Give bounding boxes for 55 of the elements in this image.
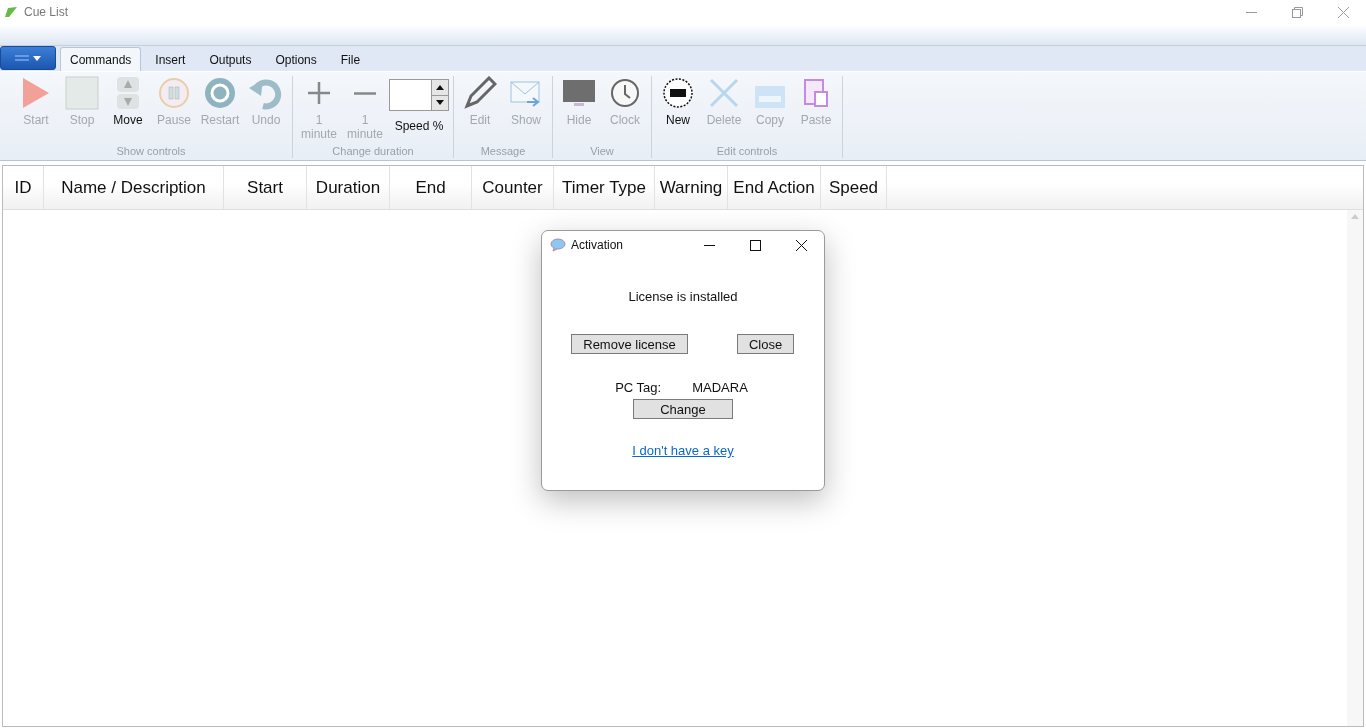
ribbon-tab[interactable]: Outputs [199, 47, 262, 71]
column-header[interactable]: Counter [472, 166, 554, 209]
column-header[interactable]: Warning [655, 166, 728, 209]
ribbon-tab[interactable]: Insert [145, 47, 196, 71]
ribbon-button[interactable]: New [656, 76, 700, 127]
window-title: Cue List [24, 5, 69, 19]
dialog-button[interactable]: Remove license [571, 334, 688, 354]
application-menu-button[interactable] [0, 46, 56, 70]
restart-icon [203, 76, 237, 110]
menu-icon [13, 53, 43, 63]
change-button[interactable]: Change [633, 399, 733, 419]
new-badge-icon [661, 76, 695, 110]
license-status-text: License is installed [628, 289, 738, 304]
column-header[interactable]: End [390, 166, 472, 209]
ribbon-tab[interactable]: File [330, 47, 371, 71]
group-label: View [590, 145, 614, 158]
no-key-link[interactable]: I don't have a key [632, 443, 734, 458]
column-header[interactable]: Start [224, 166, 307, 209]
group-label: Show controls [116, 145, 186, 158]
restore-icon[interactable] [1291, 6, 1303, 18]
pencil-icon [463, 76, 497, 110]
column-header[interactable]: Timer Type [554, 166, 655, 209]
cross-icon [707, 76, 741, 110]
column-header[interactable]: Name / Description [44, 166, 224, 209]
ribbon-tab[interactable]: Commands [60, 47, 142, 71]
group-label: Message [480, 145, 526, 158]
column-header[interactable]: End Action [728, 166, 821, 209]
ribbon-tab[interactable]: Options [265, 47, 327, 71]
plus-icon [308, 82, 330, 104]
scrollbar[interactable] [1347, 210, 1363, 726]
column-header[interactable]: Duration [307, 166, 390, 209]
pause-icon [157, 76, 191, 110]
column-header[interactable]: Speed [821, 166, 887, 209]
dialog-button[interactable]: Close [737, 334, 794, 354]
stop-icon [65, 76, 99, 110]
app-logo-icon [4, 6, 18, 18]
group-label: Edit controls [716, 145, 778, 158]
speech-bubble-icon [550, 238, 566, 252]
pc-tag-label: PC Tag: [615, 380, 662, 395]
maximize-icon[interactable] [749, 239, 761, 251]
down-arrow-icon[interactable] [436, 100, 444, 106]
up-arrow-icon[interactable] [436, 84, 444, 90]
close-icon[interactable] [795, 239, 807, 251]
group-label: Change duration [332, 145, 414, 158]
column-header[interactable]: ID [3, 166, 44, 209]
speed-label: Speed % [393, 119, 445, 133]
speed-input-field[interactable] [389, 79, 449, 111]
dialog-title: Activation [571, 238, 624, 252]
ribbon-button[interactable]: Move [106, 76, 150, 127]
clock-icon [608, 76, 642, 110]
minus-icon [354, 92, 376, 95]
up-down-arrows-icon [116, 76, 140, 110]
undo-icon [249, 76, 283, 110]
pc-tag-value: MADARA [692, 380, 748, 395]
minimize-icon[interactable] [703, 244, 715, 246]
